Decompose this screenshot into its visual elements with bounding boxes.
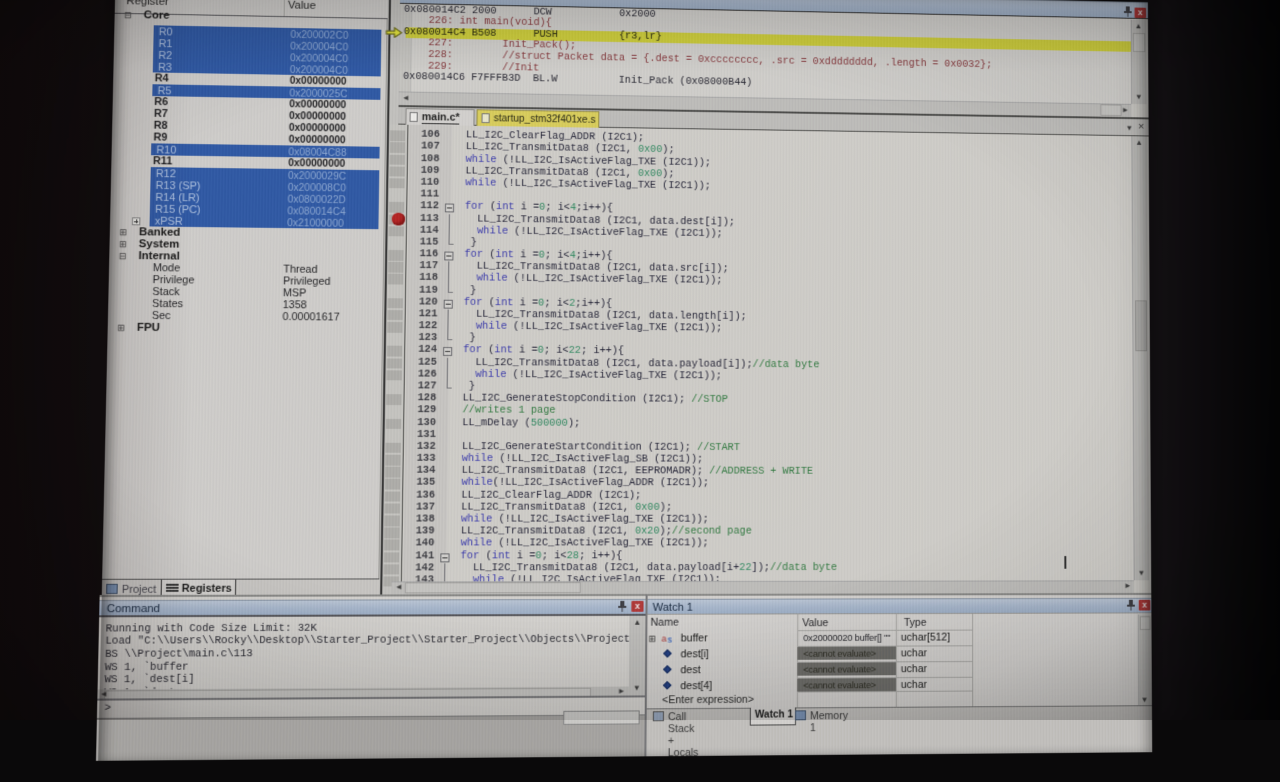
svg-text:s: s [668,634,673,643]
